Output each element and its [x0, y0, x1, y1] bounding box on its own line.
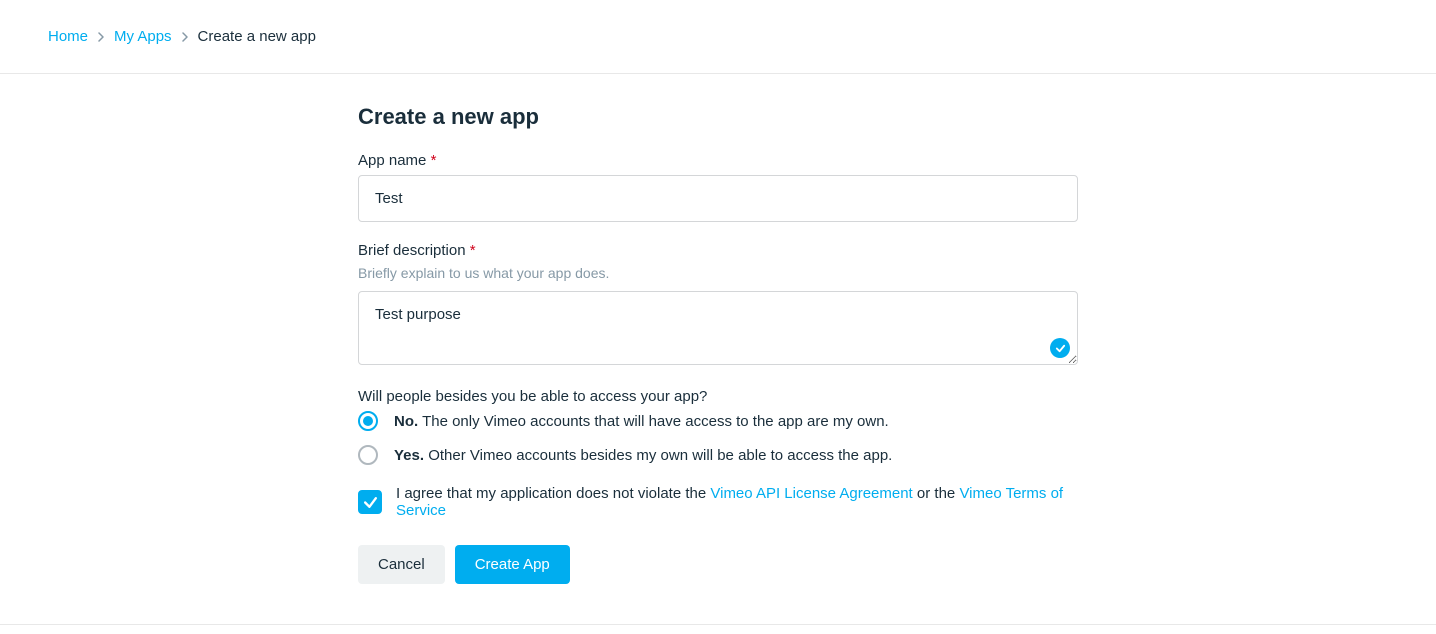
- app-name-input[interactable]: [358, 175, 1078, 222]
- radio-yes-label: Yes. Other Vimeo accounts besides my own…: [394, 447, 892, 464]
- create-app-button[interactable]: Create App: [455, 545, 570, 584]
- radio-no-input[interactable]: [358, 411, 378, 431]
- description-help-text: Briefly explain to us what your app does…: [358, 265, 1078, 281]
- radio-no-row[interactable]: No. The only Vimeo accounts that will ha…: [358, 411, 1078, 431]
- app-name-label-text: App name: [358, 152, 426, 169]
- breadcrumb-home-link[interactable]: Home: [48, 28, 88, 45]
- description-textarea[interactable]: [358, 291, 1078, 365]
- app-name-label: App name *: [358, 152, 1078, 169]
- breadcrumb: Home My Apps Create a new app: [0, 0, 1436, 74]
- description-label-text: Brief description: [358, 242, 466, 259]
- description-group: Brief description * Briefly explain to u…: [358, 242, 1078, 368]
- radio-yes-row[interactable]: Yes. Other Vimeo accounts besides my own…: [358, 445, 1078, 465]
- api-license-link[interactable]: Vimeo API License Agreement: [710, 485, 912, 502]
- radio-yes-input[interactable]: [358, 445, 378, 465]
- description-label: Brief description *: [358, 242, 1078, 259]
- breadcrumb-current: Create a new app: [198, 28, 316, 45]
- page-title: Create a new app: [358, 104, 1078, 130]
- chevron-right-icon: [96, 32, 106, 42]
- footer-border: [0, 624, 1436, 634]
- check-circle-icon: [1050, 338, 1070, 358]
- agreement-mid: or the: [913, 485, 960, 502]
- required-asterisk: *: [470, 242, 476, 259]
- main-content: Create a new app App name * Brief descri…: [358, 74, 1078, 624]
- button-row: Cancel Create App: [358, 545, 1078, 584]
- access-question-label: Will people besides you be able to acces…: [358, 388, 1078, 405]
- radio-no-label: No. The only Vimeo accounts that will ha…: [394, 413, 889, 430]
- agreement-label: I agree that my application does not vio…: [396, 485, 1078, 519]
- agreement-prefix: I agree that my application does not vio…: [396, 485, 710, 502]
- breadcrumb-myapps-link[interactable]: My Apps: [114, 28, 172, 45]
- app-name-group: App name *: [358, 152, 1078, 222]
- access-question-group: Will people besides you be able to acces…: [358, 388, 1078, 465]
- chevron-right-icon: [180, 32, 190, 42]
- required-asterisk: *: [431, 152, 437, 169]
- agreement-checkbox[interactable]: [358, 490, 382, 514]
- agreement-row: I agree that my application does not vio…: [358, 485, 1078, 519]
- cancel-button[interactable]: Cancel: [358, 545, 445, 584]
